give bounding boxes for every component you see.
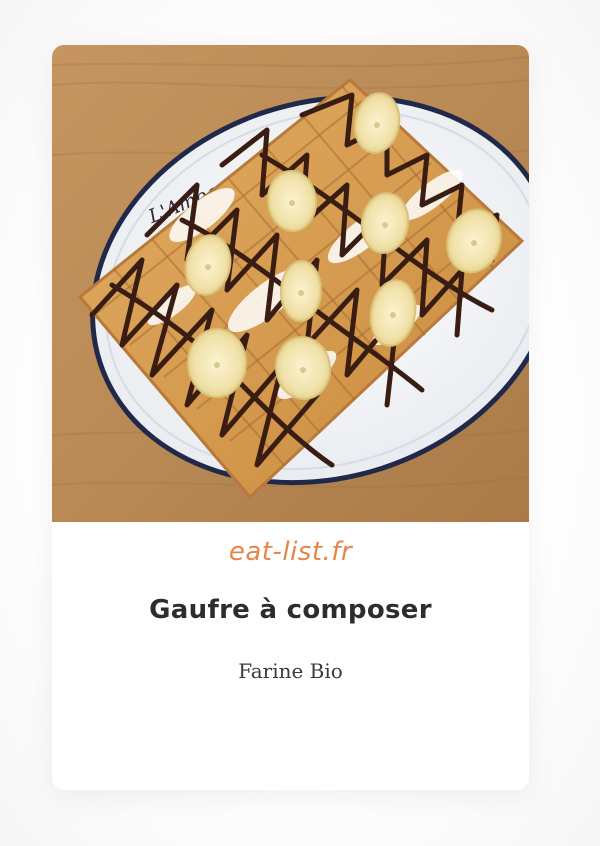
product-card[interactable]: L'Ambassade Bretonne [52, 45, 529, 790]
page: L'Ambassade Bretonne [0, 0, 600, 846]
product-title[interactable]: Gaufre à composer [52, 595, 529, 625]
product-subtitle: Farine Bio [238, 659, 343, 683]
watermark: eat-list.fr [228, 537, 353, 567]
product-photo: L'Ambassade Bretonne [52, 45, 529, 522]
